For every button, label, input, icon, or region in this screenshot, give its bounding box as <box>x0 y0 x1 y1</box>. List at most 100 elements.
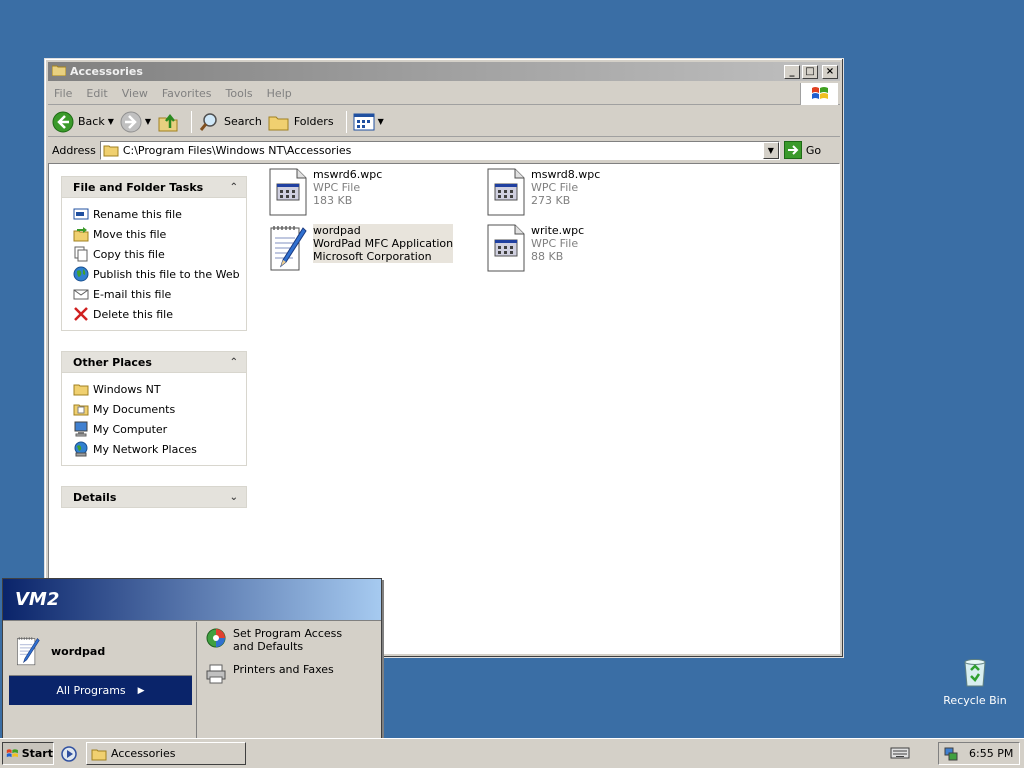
delete-x-icon <box>74 307 88 321</box>
menu-view[interactable]: View <box>122 87 148 100</box>
all-programs-button[interactable]: All Programs ▶ <box>9 675 192 705</box>
place-my-network-places[interactable]: My Network Places <box>73 439 246 459</box>
file-size: 88 KB <box>531 250 564 263</box>
up-folder-button[interactable] <box>157 111 179 133</box>
start-menu-right-pane: Set Program Access and Defaults Printers… <box>201 625 381 693</box>
clock[interactable]: 6:55 PM <box>969 747 1013 760</box>
program-access-icon <box>206 628 226 648</box>
task-copy[interactable]: Copy this file <box>73 244 246 264</box>
arrow-right-icon: ▶ <box>137 685 145 696</box>
file-item[interactable]: mswrd8.wpc WPC File 273 KB <box>487 168 600 216</box>
file-type: WPC File <box>313 181 361 194</box>
file-name: mswrd8.wpc <box>531 168 601 181</box>
file-name: write.wpc <box>531 224 585 237</box>
file-item[interactable]: write.wpc WPC File 88 KB <box>487 224 584 272</box>
explorer-window: Accessories _ □ × File Edit View Favorit… <box>44 58 844 658</box>
task-delete[interactable]: Delete this file <box>73 304 246 324</box>
chevron-down-icon[interactable]: ▼ <box>378 117 384 126</box>
file-folder-tasks-panel: File and Folder Tasks ⌃ Rename this file… <box>61 176 247 331</box>
file-type: WordPad MFC Application <box>313 237 454 250</box>
other-places-panel: Other Places ⌃ Windows NT My Documents M… <box>61 351 247 466</box>
task-email[interactable]: E-mail this file <box>73 284 246 304</box>
title-bar[interactable]: Accessories _ □ × <box>48 62 840 81</box>
folders-icon <box>268 116 289 130</box>
folder-icon <box>51 64 67 79</box>
menu-help[interactable]: Help <box>267 87 292 100</box>
network-tray-icon <box>944 747 958 760</box>
menu-edit[interactable]: Edit <box>86 87 107 100</box>
forward-button[interactable]: ▼ <box>120 111 151 133</box>
menu-tools[interactable]: Tools <box>226 87 253 100</box>
collapse-chevron-icon[interactable]: ⌃ <box>230 182 238 193</box>
maximize-button[interactable]: □ <box>802 64 818 79</box>
keyboard-icon[interactable] <box>890 746 910 763</box>
file-folder-tasks-header[interactable]: File and Folder Tasks ⌃ <box>61 176 247 198</box>
window-title: Accessories <box>70 65 143 78</box>
collapse-chevron-icon[interactable]: ⌃ <box>230 357 238 368</box>
recycle-bin-icon <box>964 659 986 687</box>
back-button[interactable]: Back ▼ <box>52 111 114 133</box>
menu-favorites[interactable]: Favorites <box>162 87 212 100</box>
minimize-button[interactable]: _ <box>784 64 800 79</box>
chevron-down-icon[interactable]: ▼ <box>108 117 114 126</box>
rename-icon <box>73 208 89 220</box>
details-header[interactable]: Details ⌄ <box>61 486 247 508</box>
globe-icon <box>73 266 89 282</box>
file-item[interactable]: mswrd6.wpc WPC File 183 KB <box>269 168 382 216</box>
folder-icon <box>103 145 119 157</box>
start-menu-header: VM2 <box>3 579 381 621</box>
place-my-computer[interactable]: My Computer <box>73 419 246 439</box>
views-button[interactable]: ▼ <box>353 112 384 132</box>
toolbar-separator <box>345 110 347 133</box>
printers-faxes-item[interactable]: Printers and Faxes <box>201 661 381 687</box>
details-panel: Details ⌄ <box>61 486 247 508</box>
go-button[interactable]: Go <box>783 141 821 159</box>
computer-icon <box>74 421 88 437</box>
file-folder-tasks-list: Rename this file Move this file Copy thi… <box>61 198 247 331</box>
file-name: wordpad <box>313 224 361 237</box>
folder-icon <box>91 749 107 760</box>
move-icon <box>73 227 89 242</box>
media-player-quicklaunch-icon[interactable] <box>60 745 78 766</box>
toolbar: Back ▼ ▼ Search Folders ▼ <box>48 107 840 137</box>
search-button[interactable]: Search <box>198 111 262 133</box>
start-button[interactable]: Start <box>2 742 54 765</box>
task-publish-web[interactable]: Publish this file to the Web <box>73 264 246 284</box>
go-arrow-icon <box>783 141 802 159</box>
chevron-down-icon[interactable]: ▼ <box>145 117 151 126</box>
wordpad-icon <box>17 637 40 666</box>
folders-button[interactable]: Folders <box>268 112 334 132</box>
start-menu: VM2 wordpad All Programs ▶ Set Program A… <box>2 578 382 742</box>
other-places-list: Windows NT My Documents My Computer My N… <box>61 373 247 466</box>
wordpad-icon <box>270 226 307 271</box>
address-label: Address <box>52 143 96 157</box>
close-button[interactable]: × <box>822 64 838 79</box>
place-my-documents[interactable]: My Documents <box>73 399 246 419</box>
file-type: WPC File <box>531 237 579 250</box>
envelope-icon <box>73 289 89 300</box>
back-arrow-icon <box>52 111 74 132</box>
task-move[interactable]: Move this file <box>73 224 246 244</box>
start-menu-left-pane: wordpad All Programs ▶ <box>3 622 197 741</box>
address-input[interactable]: C:\Program Files\Windows NT\Accessories … <box>99 140 780 160</box>
place-windows-nt[interactable]: Windows NT <box>73 379 246 399</box>
wpc-file-icon <box>269 168 307 216</box>
expand-chevron-icon[interactable]: ⌄ <box>230 492 238 503</box>
file-size: 183 KB <box>313 194 353 207</box>
printer-icon <box>206 664 226 684</box>
menu-bar: File Edit View Favorites Tools Help <box>48 83 840 105</box>
taskbar-button-accessories[interactable]: Accessories <box>86 742 246 765</box>
other-places-header[interactable]: Other Places ⌃ <box>61 351 247 373</box>
pinned-wordpad[interactable]: wordpad <box>3 622 196 672</box>
task-rename[interactable]: Rename this file <box>73 204 246 224</box>
copy-icon <box>74 246 88 262</box>
windows-logo-icon <box>800 83 838 105</box>
forward-arrow-icon <box>120 111 142 132</box>
file-item-selected[interactable]: wordpad WordPad MFC Application Microsof… <box>269 224 454 272</box>
menu-file[interactable]: File <box>54 87 72 100</box>
recycle-bin-label: Recycle Bin <box>943 694 1007 707</box>
recycle-bin[interactable]: Recycle Bin <box>940 656 1010 707</box>
search-icon <box>199 112 217 131</box>
set-program-access-item[interactable]: Set Program Access and Defaults <box>201 625 381 655</box>
address-dropdown-button[interactable]: ▼ <box>762 141 779 159</box>
